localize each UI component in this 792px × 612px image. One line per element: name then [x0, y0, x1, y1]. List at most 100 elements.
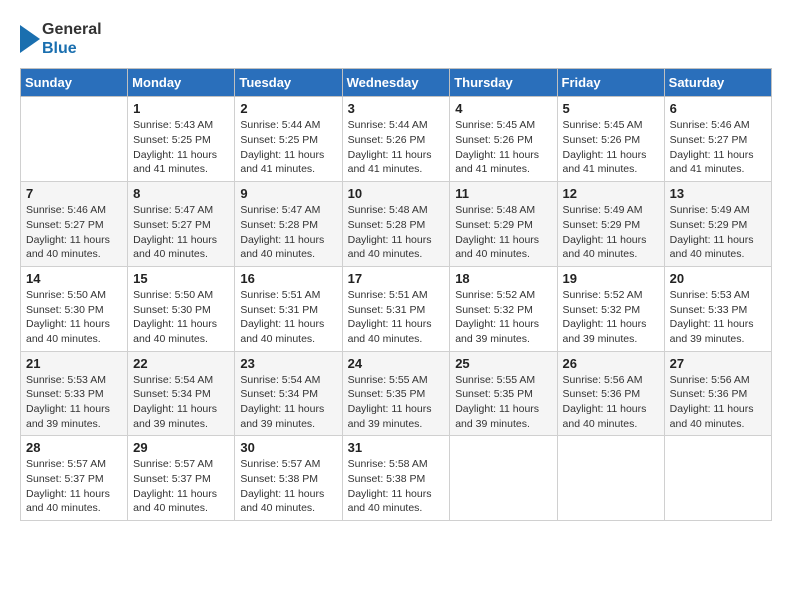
day-number: 8	[133, 186, 229, 201]
day-info: Sunrise: 5:51 AM Sunset: 5:31 PM Dayligh…	[348, 288, 445, 347]
calendar-cell	[664, 436, 771, 521]
calendar-cell: 30 Sunrise: 5:57 AM Sunset: 5:38 PM Dayli…	[235, 436, 342, 521]
day-info: Sunrise: 5:47 AM Sunset: 5:27 PM Dayligh…	[133, 203, 229, 262]
day-info: Sunrise: 5:54 AM Sunset: 5:34 PM Dayligh…	[240, 373, 336, 432]
calendar-cell: 8 Sunrise: 5:47 AM Sunset: 5:27 PM Daylig…	[128, 182, 235, 267]
day-number: 16	[240, 271, 336, 286]
day-info: Sunrise: 5:49 AM Sunset: 5:29 PM Dayligh…	[670, 203, 766, 262]
calendar-cell: 15 Sunrise: 5:50 AM Sunset: 5:30 PM Dayli…	[128, 266, 235, 351]
calendar-body: 1Sunrise: 5:43 AM Sunset: 5:25 PM Daylig…	[21, 97, 772, 521]
day-number: 1	[133, 101, 229, 116]
logo-container: General Blue	[20, 20, 102, 58]
day-info: Sunrise: 5:57 AM Sunset: 5:37 PM Dayligh…	[133, 457, 229, 516]
calendar-cell: 11 Sunrise: 5:48 AM Sunset: 5:29 PM Dayli…	[450, 182, 557, 267]
day-number: 17	[348, 271, 445, 286]
day-number: 6	[670, 101, 766, 116]
col-header-sunday: Sunday	[21, 69, 128, 97]
day-info: Sunrise: 5:49 AM Sunset: 5:29 PM Dayligh…	[563, 203, 659, 262]
day-info: Sunrise: 5:52 AM Sunset: 5:32 PM Dayligh…	[563, 288, 659, 347]
day-info: Sunrise: 5:48 AM Sunset: 5:28 PM Dayligh…	[348, 203, 445, 262]
calendar-cell	[21, 97, 128, 182]
day-info: Sunrise: 5:44 AM Sunset: 5:25 PM Dayligh…	[240, 118, 336, 177]
day-number: 20	[670, 271, 766, 286]
day-number: 22	[133, 356, 229, 371]
day-number: 11	[455, 186, 551, 201]
calendar-cell: 20 Sunrise: 5:53 AM Sunset: 5:33 PM Dayli…	[664, 266, 771, 351]
day-info: Sunrise: 5:51 AM Sunset: 5:31 PM Dayligh…	[240, 288, 336, 347]
col-header-saturday: Saturday	[664, 69, 771, 97]
day-info: Sunrise: 5:57 AM Sunset: 5:37 PM Dayligh…	[26, 457, 122, 516]
calendar-cell: 28 Sunrise: 5:57 AM Sunset: 5:37 PM Dayli…	[21, 436, 128, 521]
calendar-cell: 17 Sunrise: 5:51 AM Sunset: 5:31 PM Dayli…	[342, 266, 450, 351]
day-number: 2	[240, 101, 336, 116]
calendar-cell: 12 Sunrise: 5:49 AM Sunset: 5:29 PM Dayli…	[557, 182, 664, 267]
day-info: Sunrise: 5:56 AM Sunset: 5:36 PM Dayligh…	[563, 373, 659, 432]
calendar-cell: 21 Sunrise: 5:53 AM Sunset: 5:33 PM Dayli…	[21, 351, 128, 436]
calendar-cell: 27Sunrise: 5:56 AM Sunset: 5:36 PM Dayli…	[664, 351, 771, 436]
day-info: Sunrise: 5:53 AM Sunset: 5:33 PM Dayligh…	[26, 373, 122, 432]
day-number: 30	[240, 440, 336, 455]
day-number: 18	[455, 271, 551, 286]
day-number: 27	[670, 356, 766, 371]
day-number: 19	[563, 271, 659, 286]
day-number: 3	[348, 101, 445, 116]
calendar-week-1: 1Sunrise: 5:43 AM Sunset: 5:25 PM Daylig…	[21, 97, 772, 182]
day-info: Sunrise: 5:47 AM Sunset: 5:28 PM Dayligh…	[240, 203, 336, 262]
day-info: Sunrise: 5:57 AM Sunset: 5:38 PM Dayligh…	[240, 457, 336, 516]
calendar-cell: 9Sunrise: 5:47 AM Sunset: 5:28 PM Daylig…	[235, 182, 342, 267]
calendar-cell: 16 Sunrise: 5:51 AM Sunset: 5:31 PM Dayli…	[235, 266, 342, 351]
day-info: Sunrise: 5:44 AM Sunset: 5:26 PM Dayligh…	[348, 118, 445, 177]
col-header-tuesday: Tuesday	[235, 69, 342, 97]
day-number: 21	[26, 356, 122, 371]
logo: General Blue	[20, 20, 102, 58]
day-number: 23	[240, 356, 336, 371]
col-header-wednesday: Wednesday	[342, 69, 450, 97]
calendar-week-5: 28 Sunrise: 5:57 AM Sunset: 5:37 PM Dayli…	[21, 436, 772, 521]
day-number: 26	[563, 356, 659, 371]
day-info: Sunrise: 5:52 AM Sunset: 5:32 PM Dayligh…	[455, 288, 551, 347]
day-info: Sunrise: 5:55 AM Sunset: 5:35 PM Dayligh…	[348, 373, 445, 432]
day-info: Sunrise: 5:45 AM Sunset: 5:26 PM Dayligh…	[455, 118, 551, 177]
logo-graphic-icon	[20, 25, 40, 53]
logo-general: General	[42, 20, 102, 39]
day-number: 14	[26, 271, 122, 286]
page-header: General Blue	[20, 20, 772, 58]
calendar-cell: 4Sunrise: 5:45 AM Sunset: 5:26 PM Daylig…	[450, 97, 557, 182]
day-info: Sunrise: 5:53 AM Sunset: 5:33 PM Dayligh…	[670, 288, 766, 347]
col-header-monday: Monday	[128, 69, 235, 97]
calendar-cell	[450, 436, 557, 521]
day-info: Sunrise: 5:54 AM Sunset: 5:34 PM Dayligh…	[133, 373, 229, 432]
calendar-cell: 2 Sunrise: 5:44 AM Sunset: 5:25 PM Daylig…	[235, 97, 342, 182]
day-info: Sunrise: 5:45 AM Sunset: 5:26 PM Dayligh…	[563, 118, 659, 177]
calendar-cell: 5Sunrise: 5:45 AM Sunset: 5:26 PM Daylig…	[557, 97, 664, 182]
calendar-cell: 13Sunrise: 5:49 AM Sunset: 5:29 PM Dayli…	[664, 182, 771, 267]
day-number: 12	[563, 186, 659, 201]
calendar-cell: 31Sunrise: 5:58 AM Sunset: 5:38 PM Dayli…	[342, 436, 450, 521]
calendar-cell: 23 Sunrise: 5:54 AM Sunset: 5:34 PM Dayli…	[235, 351, 342, 436]
day-info: Sunrise: 5:50 AM Sunset: 5:30 PM Dayligh…	[133, 288, 229, 347]
calendar-cell: 24Sunrise: 5:55 AM Sunset: 5:35 PM Dayli…	[342, 351, 450, 436]
day-info: Sunrise: 5:48 AM Sunset: 5:29 PM Dayligh…	[455, 203, 551, 262]
calendar-table: SundayMondayTuesdayWednesdayThursdayFrid…	[20, 68, 772, 521]
day-number: 28	[26, 440, 122, 455]
calendar-cell: 7Sunrise: 5:46 AM Sunset: 5:27 PM Daylig…	[21, 182, 128, 267]
calendar-cell: 25Sunrise: 5:55 AM Sunset: 5:35 PM Dayli…	[450, 351, 557, 436]
calendar-cell: 19 Sunrise: 5:52 AM Sunset: 5:32 PM Dayli…	[557, 266, 664, 351]
logo-blue: Blue	[42, 39, 102, 58]
calendar-cell	[557, 436, 664, 521]
day-number: 15	[133, 271, 229, 286]
calendar-cell: 29Sunrise: 5:57 AM Sunset: 5:37 PM Dayli…	[128, 436, 235, 521]
day-info: Sunrise: 5:50 AM Sunset: 5:30 PM Dayligh…	[26, 288, 122, 347]
calendar-header-row: SundayMondayTuesdayWednesdayThursdayFrid…	[21, 69, 772, 97]
calendar-cell: 22 Sunrise: 5:54 AM Sunset: 5:34 PM Dayli…	[128, 351, 235, 436]
calendar-cell: 18 Sunrise: 5:52 AM Sunset: 5:32 PM Dayli…	[450, 266, 557, 351]
day-info: Sunrise: 5:46 AM Sunset: 5:27 PM Dayligh…	[670, 118, 766, 177]
calendar-week-4: 21 Sunrise: 5:53 AM Sunset: 5:33 PM Dayli…	[21, 351, 772, 436]
col-header-friday: Friday	[557, 69, 664, 97]
day-info: Sunrise: 5:55 AM Sunset: 5:35 PM Dayligh…	[455, 373, 551, 432]
day-info: Sunrise: 5:46 AM Sunset: 5:27 PM Dayligh…	[26, 203, 122, 262]
calendar-cell: 26 Sunrise: 5:56 AM Sunset: 5:36 PM Dayli…	[557, 351, 664, 436]
logo-text: General Blue	[42, 20, 102, 58]
col-header-thursday: Thursday	[450, 69, 557, 97]
day-info: Sunrise: 5:58 AM Sunset: 5:38 PM Dayligh…	[348, 457, 445, 516]
